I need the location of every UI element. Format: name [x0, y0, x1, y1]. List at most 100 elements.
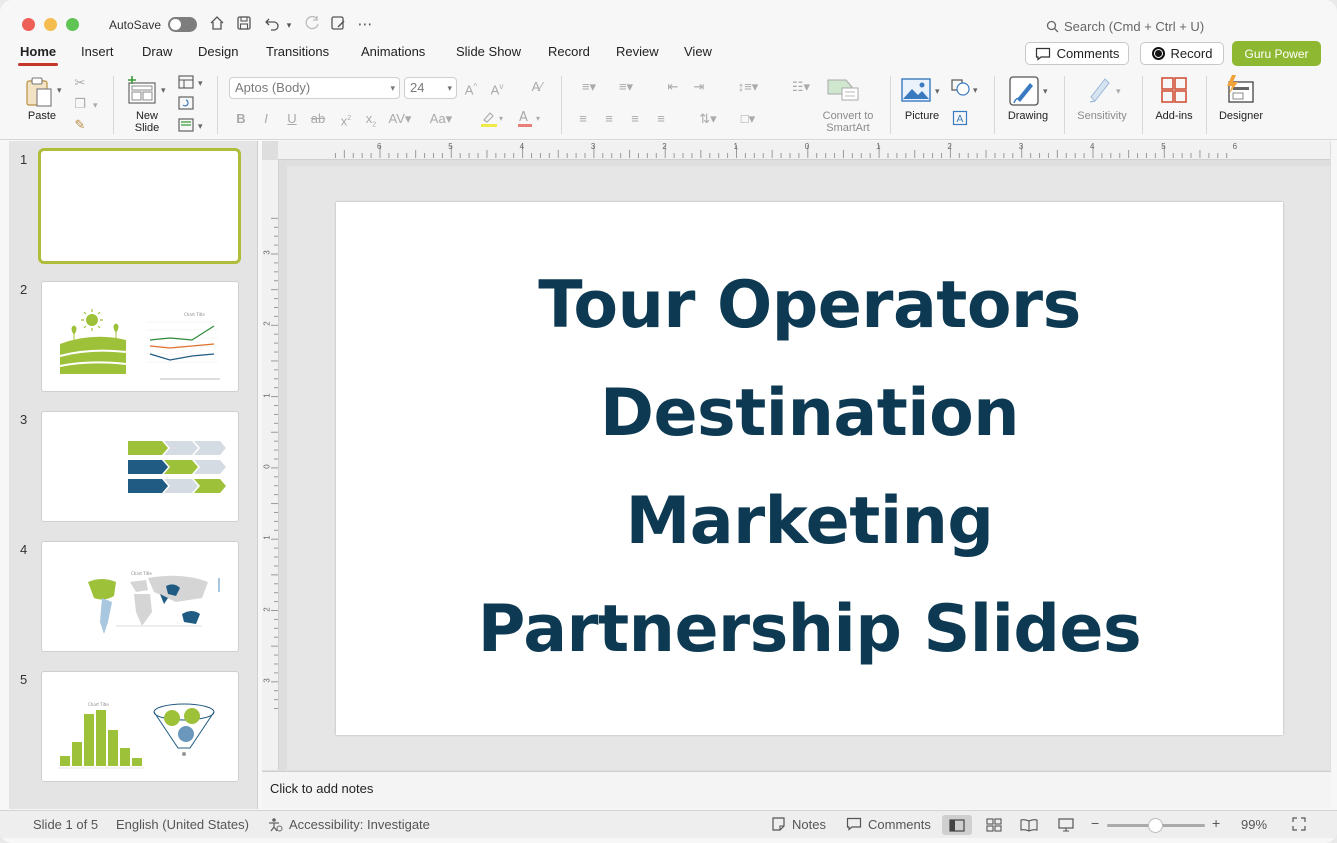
guru-power-button[interactable]: Guru Power [1232, 41, 1321, 66]
drawing-icon[interactable] [1008, 75, 1040, 107]
zoom-in-icon[interactable]: + [1212, 815, 1220, 831]
font-name-select[interactable]: Aptos (Body) ▾ [229, 77, 400, 99]
bullets-icon[interactable]: ≡▾ [574, 80, 604, 94]
search-box[interactable]: Search (Cmd + Ctrl + U) [1046, 17, 1266, 35]
slide-title[interactable]: Tour Operators Destination Marketing Par… [336, 252, 1283, 684]
zoom-out-icon[interactable]: − [1091, 815, 1099, 831]
strikethrough-icon[interactable]: ab [309, 112, 327, 126]
text-direction-icon[interactable]: ⇅▾ [693, 112, 723, 126]
tab-review[interactable]: Review [616, 44, 659, 59]
add-ins-icon[interactable] [1159, 76, 1189, 106]
italic-icon[interactable]: I [259, 112, 273, 126]
fit-to-window-icon[interactable] [1292, 817, 1306, 834]
more-options-icon[interactable]: ⋯ [355, 15, 375, 35]
paste-dropdown-chevron-icon[interactable]: ▾ [57, 83, 62, 97]
current-slide[interactable]: Tour Operators Destination Marketing Par… [336, 202, 1283, 735]
notes-pane[interactable]: Click to add notes [262, 771, 1331, 809]
copy-icon[interactable]: ❐ [73, 97, 87, 111]
subscript-icon[interactable]: x2 [363, 112, 379, 133]
bold-icon[interactable]: B [234, 112, 248, 126]
picture-icon[interactable] [900, 77, 932, 105]
convert-to-smartart-icon[interactable] [826, 76, 860, 102]
highlight-color-icon[interactable]: ▾ [480, 110, 506, 131]
redo-icon[interactable] [302, 15, 322, 35]
align-text-icon[interactable]: □▾ [731, 112, 765, 126]
new-slide-dropdown-chevron-icon[interactable]: ▾ [161, 83, 166, 97]
zoom-level[interactable]: 99% [1241, 817, 1267, 832]
undo-icon[interactable] [262, 15, 282, 35]
slide-thumbnail-2[interactable]: Chart Title [41, 281, 239, 392]
comments-icon[interactable] [846, 817, 862, 834]
tab-record[interactable]: Record [548, 44, 590, 59]
clear-formatting-icon[interactable]: A∕ [529, 80, 545, 94]
line-spacing-icon[interactable]: ↕≡▾ [731, 80, 765, 94]
section-dropdown-chevron-icon[interactable]: ▾ [198, 119, 203, 133]
reading-view-icon[interactable] [1014, 815, 1044, 835]
reset-slide-icon[interactable] [177, 96, 195, 113]
layout-dropdown-chevron-icon[interactable]: ▾ [198, 76, 203, 90]
comments-button[interactable]: Comments [1025, 42, 1129, 65]
notes-toggle[interactable]: Notes [792, 817, 826, 832]
notes-icon[interactable] [771, 817, 786, 834]
tab-view[interactable]: View [684, 44, 712, 59]
sensitivity-icon[interactable] [1086, 75, 1114, 105]
section-icon[interactable] [177, 118, 195, 135]
tab-insert[interactable]: Insert [81, 44, 114, 59]
record-button[interactable]: Record [1140, 42, 1224, 65]
copy-dropdown-chevron-icon[interactable]: ▾ [93, 98, 98, 112]
accessibility-icon[interactable] [268, 817, 283, 835]
font-size-select[interactable]: 24 ▾ [404, 77, 457, 99]
align-left-icon[interactable]: ≡ [574, 112, 592, 126]
designer-icon[interactable] [1223, 74, 1257, 106]
language-status[interactable]: English (United States) [116, 817, 249, 832]
decrease-indent-icon[interactable]: ⇤ [664, 80, 682, 94]
shapes-icon[interactable] [950, 79, 972, 100]
increase-indent-icon[interactable]: ⇥ [690, 80, 708, 94]
close-window-button[interactable] [22, 18, 35, 31]
character-spacing-icon[interactable]: AV▾ [387, 112, 413, 126]
superscript-icon[interactable]: x2 [338, 112, 354, 128]
format-painter-icon[interactable]: ✎ [73, 118, 87, 132]
align-center-icon[interactable]: ≡ [600, 112, 618, 126]
slide-sorter-view-icon[interactable] [979, 815, 1009, 835]
tab-animations[interactable]: Animations [361, 44, 425, 59]
accessibility-status[interactable]: Accessibility: Investigate [289, 817, 430, 832]
sensitivity-dropdown-chevron-icon[interactable]: ▾ [1116, 84, 1121, 98]
normal-view-icon[interactable] [942, 815, 972, 835]
columns-icon[interactable]: ☷▾ [786, 80, 816, 94]
tab-slide-show[interactable]: Slide Show [456, 44, 521, 59]
shapes-dropdown-chevron-icon[interactable]: ▾ [973, 83, 978, 97]
justify-icon[interactable]: ≡ [652, 112, 670, 126]
zoom-slider-handle[interactable] [1148, 818, 1163, 833]
slide-thumbnail-5[interactable]: Chart Title [41, 671, 239, 782]
picture-dropdown-chevron-icon[interactable]: ▾ [935, 84, 940, 98]
tab-transitions[interactable]: Transitions [266, 44, 329, 59]
align-right-icon[interactable]: ≡ [626, 112, 644, 126]
decrease-font-size-icon[interactable]: Av [489, 80, 505, 97]
save-icon[interactable] [234, 15, 254, 35]
underline-icon[interactable]: U [285, 112, 299, 126]
font-color-icon[interactable]: A ▾ [517, 110, 543, 131]
zoom-window-button[interactable] [66, 18, 79, 31]
text-box-icon[interactable]: A [951, 110, 969, 129]
tab-draw[interactable]: Draw [142, 44, 172, 59]
numbering-icon[interactable]: ≡▾ [611, 80, 641, 94]
new-slide-icon[interactable] [126, 75, 158, 105]
layout-icon[interactable] [177, 75, 195, 92]
slide-show-view-icon[interactable] [1051, 815, 1081, 835]
home-icon[interactable] [207, 15, 227, 35]
tab-design[interactable]: Design [198, 44, 238, 59]
minimize-window-button[interactable] [44, 18, 57, 31]
tab-home[interactable]: Home [17, 44, 59, 66]
autosave-toggle[interactable] [168, 17, 197, 32]
comments-toggle[interactable]: Comments [868, 817, 931, 832]
cut-icon[interactable]: ✂ [73, 76, 87, 90]
slide-thumbnail-4[interactable]: Chart Title [41, 541, 239, 652]
paste-icon[interactable] [24, 76, 56, 108]
undo-dropdown-chevron-icon[interactable]: ▾ [283, 15, 295, 35]
change-case-icon[interactable]: Aa▾ [425, 112, 457, 126]
slide-thumbnail-1[interactable] [38, 148, 241, 264]
slide-thumbnail-3[interactable] [41, 411, 239, 522]
drawing-dropdown-chevron-icon[interactable]: ▾ [1043, 84, 1048, 98]
increase-font-size-icon[interactable]: A^ [463, 80, 479, 97]
